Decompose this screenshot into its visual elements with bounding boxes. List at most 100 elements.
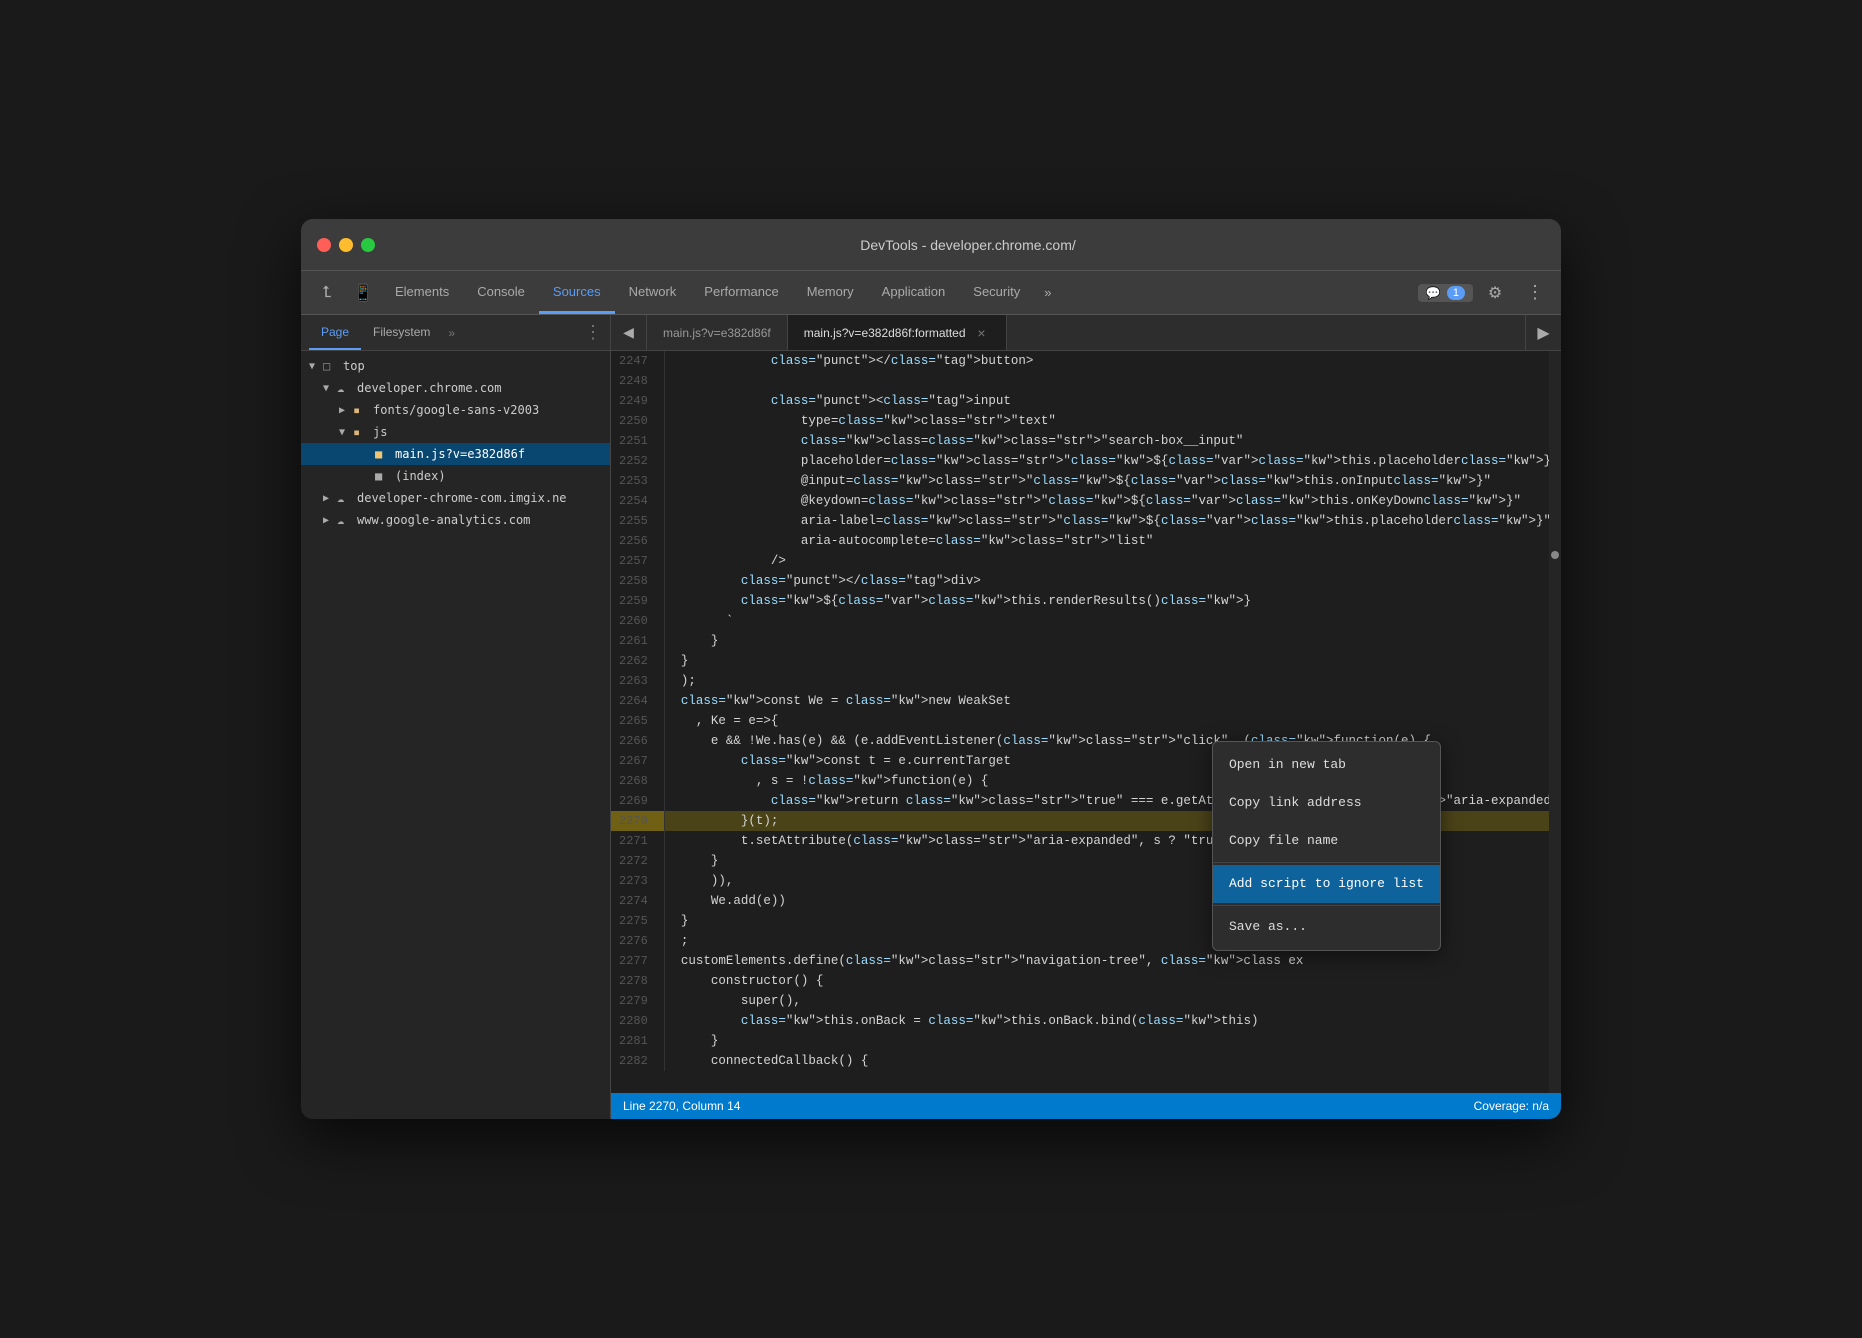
tree-item-chrome-com[interactable]: ▼ ☁ developer.chrome.com — [301, 377, 610, 399]
devtools-window: DevTools - developer.chrome.com/ ⮤ 📱 Ele… — [301, 219, 1561, 1119]
ctx-copy-filename[interactable]: Copy file name — [1213, 822, 1440, 860]
sources-sidebar: Page Filesystem » ⋮ ▼ □ top ▼ ☁ — [301, 315, 611, 1119]
table-row: 2282 connectedCallback() { — [611, 1051, 1561, 1071]
tree-item-imgix[interactable]: ▶ ☁ developer-chrome-com.imgix.ne — [301, 487, 610, 509]
folder-icon: ▪ — [353, 403, 369, 417]
tree-label-fonts: fonts/google-sans-v2003 — [373, 403, 539, 417]
table-row: 2279 super(), — [611, 991, 1561, 1011]
table-row: 2259 class="kw">${class="var">class="kw"… — [611, 591, 1561, 611]
devtools-tab-bar: ⮤ 📱 Elements Console Sources Network Per… — [301, 271, 1561, 315]
sidebar-menu-button[interactable]: ⋮ — [576, 322, 610, 343]
tab-application[interactable]: Application — [868, 271, 960, 314]
tree-label-chrome-com: developer.chrome.com — [357, 381, 502, 395]
tree-arrow: ▼ — [323, 383, 337, 394]
tab-memory[interactable]: Memory — [793, 271, 868, 314]
table-row: 2262} — [611, 651, 1561, 671]
sidebar-tab-filesystem[interactable]: Filesystem — [361, 315, 442, 350]
tab-security[interactable]: Security — [959, 271, 1034, 314]
code-table: 2247 class="punct"></class="tag">button>… — [611, 351, 1561, 1071]
tree-item-fonts[interactable]: ▶ ▪ fonts/google-sans-v2003 — [301, 399, 610, 421]
minimap-thumb[interactable] — [1551, 551, 1559, 559]
tree-arrow: ▶ — [323, 515, 337, 526]
tree-label-analytics: www.google-analytics.com — [357, 513, 530, 527]
tree-item-main-js[interactable]: ■ main.js?v=e382d86f — [301, 443, 610, 465]
tree-item-analytics[interactable]: ▶ ☁ www.google-analytics.com — [301, 509, 610, 531]
table-row: 2281 } — [611, 1031, 1561, 1051]
feedback-badge[interactable]: 💬 1 — [1418, 284, 1473, 302]
folder-icon: ▪ — [353, 425, 369, 439]
sidebar-tab-bar: Page Filesystem » ⋮ — [301, 315, 610, 351]
tree-arrow: ▶ — [323, 493, 337, 504]
minimap — [1549, 351, 1561, 1093]
tree-item-index[interactable]: ■ (index) — [301, 465, 610, 487]
editor-back-icon[interactable]: ◀ — [611, 315, 647, 350]
tab-elements[interactable]: Elements — [381, 271, 463, 314]
fullscreen-button[interactable] — [361, 238, 375, 252]
devtools-right-controls: 💬 1 ⚙ ⋮ — [1418, 271, 1561, 314]
cloud-icon: ☁ — [337, 513, 353, 527]
tree-item-top[interactable]: ▼ □ top — [301, 355, 610, 377]
ctx-copy-link[interactable]: Copy link address — [1213, 784, 1440, 822]
editor-collapse-icon[interactable]: ▶ — [1525, 315, 1561, 350]
table-row: 2250 type=class="kw">class="str">"text" — [611, 411, 1561, 431]
cursor-position: Line 2270, Column 14 — [623, 1099, 740, 1113]
table-row: 2264class="kw">const We = class="kw">new… — [611, 691, 1561, 711]
editor-tab-bar: ◀ main.js?v=e382d86f main.js?v=e382d86f:… — [611, 315, 1561, 351]
tree-label-main-js: main.js?v=e382d86f — [395, 447, 525, 461]
cursor-tool-icon[interactable]: ⮤ — [309, 271, 345, 314]
tab-console[interactable]: Console — [463, 271, 539, 314]
table-row: 2263); — [611, 671, 1561, 691]
tree-arrow: ▶ — [339, 405, 353, 416]
tree-label-js: js — [373, 425, 387, 439]
sidebar-tab-page[interactable]: Page — [309, 315, 361, 350]
main-area: Page Filesystem » ⋮ ▼ □ top ▼ ☁ — [301, 315, 1561, 1119]
tree-arrow: ▼ — [339, 427, 353, 438]
table-row: 2280 class="kw">this.onBack = class="kw"… — [611, 1011, 1561, 1031]
cloud-icon: ☁ — [337, 381, 353, 395]
table-row: 2254 @keydown=class="kw">class="str">"cl… — [611, 491, 1561, 511]
tab-sources[interactable]: Sources — [539, 271, 615, 314]
table-row: 2260 ` — [611, 611, 1561, 631]
table-row: 2255 aria-label=class="kw">class="str">"… — [611, 511, 1561, 531]
more-tabs-button[interactable]: » — [1034, 271, 1061, 314]
editor-tab-label-active: main.js?v=e382d86f:formatted — [804, 326, 966, 340]
tree-arrow: ▼ — [309, 361, 323, 372]
traffic-lights — [317, 238, 375, 252]
title-bar: DevTools - developer.chrome.com/ — [301, 219, 1561, 271]
table-row: 2256 aria-autocomplete=class="kw">class=… — [611, 531, 1561, 551]
table-row: 2258 class="punct"></class="tag">div> — [611, 571, 1561, 591]
table-row: 2265 , Ke = e=>{ — [611, 711, 1561, 731]
settings-icon[interactable]: ⚙ — [1477, 283, 1513, 303]
window-title: DevTools - developer.chrome.com/ — [391, 237, 1545, 253]
editor-tab-main-js[interactable]: main.js?v=e382d86f — [647, 315, 788, 350]
editor-tab-main-js-formatted[interactable]: main.js?v=e382d86f:formatted × — [788, 315, 1007, 350]
table-row: 2261 } — [611, 631, 1561, 651]
tree-label-imgix: developer-chrome-com.imgix.ne — [357, 491, 567, 505]
tab-performance[interactable]: Performance — [690, 271, 792, 314]
close-button[interactable] — [317, 238, 331, 252]
table-row: 2251 class="kw">class=class="kw">class="… — [611, 431, 1561, 451]
tree-item-js-folder[interactable]: ▼ ▪ js — [301, 421, 610, 443]
folder-icon: □ — [323, 359, 339, 373]
ctx-add-ignore[interactable]: Add script to ignore list — [1213, 865, 1440, 903]
ctx-open-new-tab[interactable]: Open in new tab — [1213, 746, 1440, 784]
editor-tab-close-icon[interactable]: × — [974, 325, 990, 341]
more-options-icon[interactable]: ⋮ — [1517, 282, 1553, 303]
ctx-separator-2 — [1213, 905, 1440, 906]
device-toggle-icon[interactable]: 📱 — [345, 271, 381, 314]
code-editor[interactable]: 2247 class="punct"></class="tag">button>… — [611, 351, 1561, 1093]
table-row: 2257 /> — [611, 551, 1561, 571]
tree-label-top: top — [343, 359, 365, 373]
editor-area: ◀ main.js?v=e382d86f main.js?v=e382d86f:… — [611, 315, 1561, 1119]
table-row: 2277customElements.define(class="kw">cla… — [611, 951, 1561, 971]
tab-network[interactable]: Network — [615, 271, 691, 314]
context-menu: Open in new tab Copy link address Copy f… — [1212, 741, 1441, 951]
table-row: 2247 class="punct"></class="tag">button> — [611, 351, 1561, 371]
ctx-separator — [1213, 862, 1440, 863]
sidebar-more-tabs[interactable]: » — [442, 326, 461, 340]
file-icon: ■ — [375, 469, 391, 483]
minimize-button[interactable] — [339, 238, 353, 252]
table-row: 2248 — [611, 371, 1561, 391]
ctx-save-as[interactable]: Save as... — [1213, 908, 1440, 946]
table-row: 2252 placeholder=class="kw">class="str">… — [611, 451, 1561, 471]
